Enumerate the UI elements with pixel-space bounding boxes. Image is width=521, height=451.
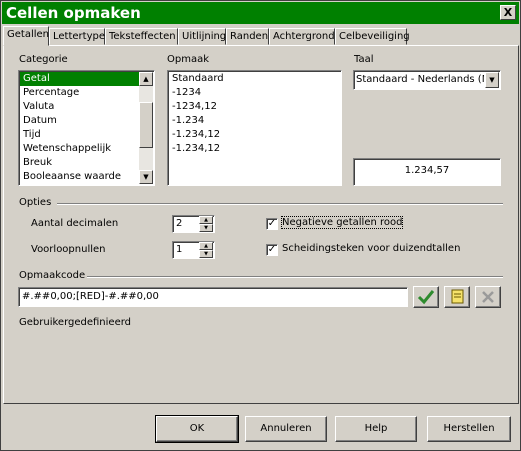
- close-icon: X: [503, 6, 513, 19]
- tab-achtergrond[interactable]: Achtergrond: [269, 28, 335, 45]
- preview-value: 1.234,57: [404, 165, 450, 176]
- list-item[interactable]: -1.234,12: [169, 128, 340, 142]
- delete-button[interactable]: [475, 286, 501, 308]
- help-button[interactable]: Help: [335, 416, 417, 442]
- checkmark-icon: [417, 290, 435, 305]
- title-bar: Cellen opmaken X: [2, 2, 519, 24]
- tab-celbeveiliging[interactable]: Celbeveiliging: [335, 28, 410, 45]
- checkmark-icon: ✓: [267, 218, 277, 229]
- aantal-decimalen-value: 2: [176, 218, 183, 229]
- add-comment-button[interactable]: [444, 286, 470, 308]
- list-item[interactable]: Standaard: [169, 72, 340, 86]
- scheidingsteken-checkbox[interactable]: ✓: [266, 244, 278, 256]
- list-item[interactable]: Getal: [20, 72, 139, 86]
- taal-label: Taal: [354, 54, 374, 65]
- list-item[interactable]: Valuta: [20, 100, 139, 114]
- voorloopnullen-stepper[interactable]: 1 ▲ ▼: [172, 241, 215, 259]
- tab-getallen[interactable]: Getallen: [3, 26, 49, 46]
- opmaak-items: Standaard -1234 -1234,12 -1.234 -1.234,1…: [169, 72, 340, 156]
- opmaak-label: Opmaak: [167, 54, 210, 65]
- opties-label: Opties: [19, 197, 52, 208]
- stepper-up-icon[interactable]: ▲: [199, 242, 213, 250]
- opmaakcode-input[interactable]: #.##0,00;[RED]-#.##0,00: [18, 287, 408, 307]
- dialog-title: Cellen opmaken: [6, 4, 141, 22]
- opmaakcode-value: #.##0,00;[RED]-#.##0,00: [22, 291, 159, 302]
- opmaakcode-description: Gebruikergedefinieerd: [19, 317, 132, 328]
- opmaak-list[interactable]: Standaard -1234 -1234,12 -1.234 -1.234,1…: [167, 70, 342, 186]
- categorie-list[interactable]: Getal Percentage Valuta Datum Tijd Weten…: [18, 70, 155, 186]
- delete-icon: [482, 291, 494, 303]
- stepper-down-icon[interactable]: ▼: [199, 224, 213, 232]
- tab-lettertype[interactable]: Lettertype: [49, 28, 105, 45]
- aantal-decimalen-stepper[interactable]: 2 ▲ ▼: [172, 215, 215, 233]
- voorloopnullen-label: Voorloopnullen: [31, 244, 106, 255]
- taal-value: Standaard - Nederlands (N: [356, 74, 484, 85]
- dialog-window: Cellen opmaken X Getallen Lettertype Tek…: [0, 0, 521, 451]
- list-item[interactable]: -1.234: [169, 114, 340, 128]
- preview-box: 1.234,57: [353, 158, 501, 186]
- apply-button[interactable]: [413, 286, 439, 308]
- scroll-up-icon[interactable]: ▲: [139, 72, 153, 86]
- tab-randen[interactable]: Randen: [226, 28, 269, 45]
- herstellen-button[interactable]: Herstellen: [427, 416, 511, 442]
- scroll-thumb[interactable]: [139, 102, 153, 148]
- categorie-items: Getal Percentage Valuta Datum Tijd Weten…: [20, 72, 139, 184]
- list-item[interactable]: Booleaanse waarde: [20, 170, 139, 184]
- note-icon: [451, 289, 464, 304]
- taal-select[interactable]: Standaard - Nederlands (N ▼: [353, 70, 501, 90]
- opmaakcode-label: Opmaakcode: [19, 270, 86, 281]
- stepper-up-icon[interactable]: ▲: [199, 216, 213, 224]
- list-item[interactable]: -1.234,12: [169, 142, 340, 156]
- negatieve-rood-checkbox[interactable]: ✓: [266, 218, 278, 230]
- ok-button[interactable]: OK: [155, 415, 239, 443]
- scroll-down-icon[interactable]: ▼: [139, 170, 153, 184]
- negatieve-rood-label[interactable]: Negatieve getallen rood: [280, 216, 404, 229]
- tab-uitlijning[interactable]: Uitlijning: [178, 28, 226, 45]
- list-item[interactable]: Breuk: [20, 156, 139, 170]
- voorloopnullen-value: 1: [176, 244, 183, 255]
- close-button[interactable]: X: [500, 5, 516, 20]
- checkmark-icon: ✓: [267, 244, 277, 255]
- categorie-label: Categorie: [19, 54, 68, 65]
- tab-teksteffecten[interactable]: Teksteffecten: [105, 28, 178, 45]
- scheidingsteken-label[interactable]: Scheidingsteken voor duizendtallen: [282, 243, 460, 254]
- stepper-down-icon[interactable]: ▼: [199, 250, 213, 258]
- list-item[interactable]: Tijd: [20, 128, 139, 142]
- aantal-decimalen-label: Aantal decimalen: [31, 218, 119, 229]
- list-item[interactable]: -1234: [169, 86, 340, 100]
- list-item[interactable]: Percentage: [20, 86, 139, 100]
- chevron-down-icon[interactable]: ▼: [485, 72, 499, 88]
- list-item[interactable]: Datum: [20, 114, 139, 128]
- list-item[interactable]: Wetenschappelijk: [20, 142, 139, 156]
- categorie-scrollbar[interactable]: ▲ ▼: [139, 72, 153, 184]
- opties-separator: [57, 203, 503, 205]
- opmaakcode-separator: [87, 276, 503, 278]
- annuleren-button[interactable]: Annuleren: [245, 416, 327, 442]
- list-item[interactable]: -1234,12: [169, 100, 340, 114]
